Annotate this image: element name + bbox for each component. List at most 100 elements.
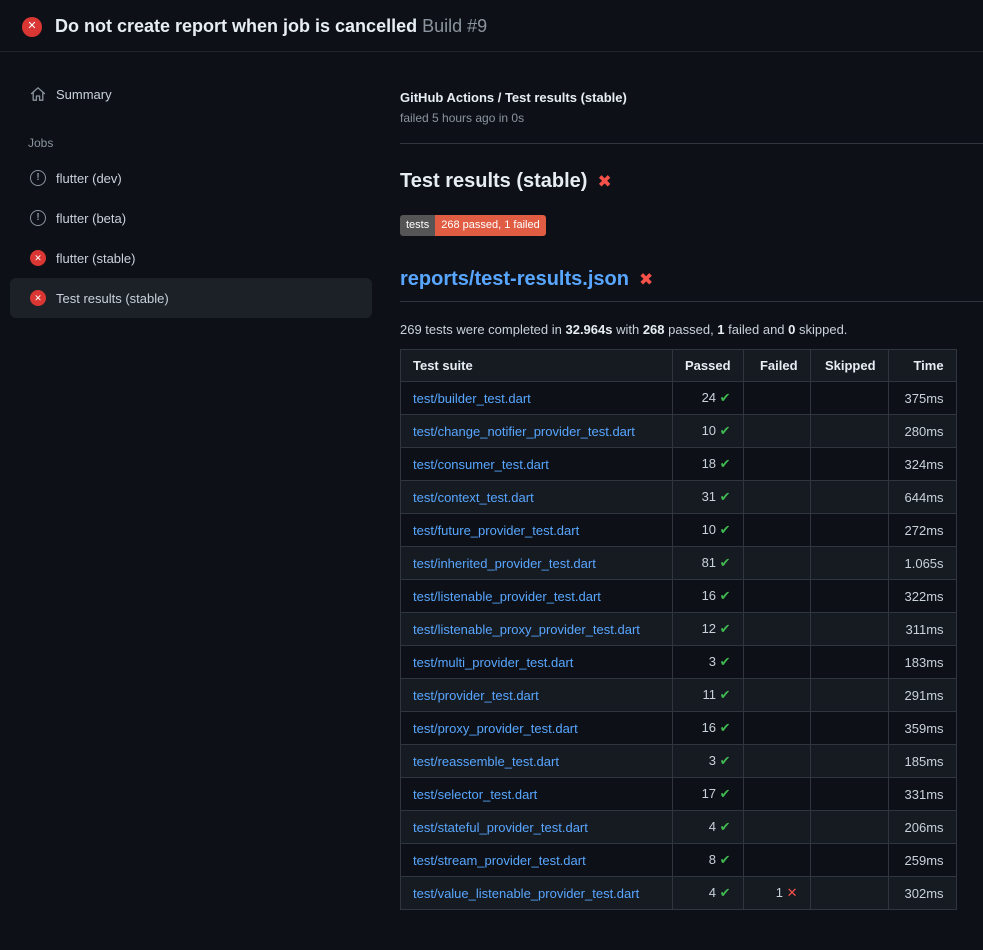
sidebar-item-flutter-dev[interactable]: ! flutter (dev) (10, 158, 372, 198)
page-layout: Summary Jobs ! flutter (dev) ! flutter (… (0, 52, 983, 945)
failed-cell (743, 646, 810, 679)
failed-cell (743, 547, 810, 580)
failed-cell (743, 745, 810, 778)
table-row: test/context_test.dart31 ✔644ms (401, 481, 957, 514)
build-header: ✕ Do not create report when job is cance… (0, 0, 983, 52)
time-cell: 331ms (888, 778, 956, 811)
run-status-line: failed 5 hours ago in 0s (400, 111, 983, 125)
suite-link[interactable]: test/inherited_provider_test.dart (413, 556, 596, 571)
cancelled-status-icon: ! (30, 210, 46, 226)
suite-link[interactable]: test/proxy_provider_test.dart (413, 721, 578, 736)
summary-duration: 32.964s (565, 322, 612, 337)
suite-link[interactable]: test/builder_test.dart (413, 391, 531, 406)
summary-text: 269 tests were completed in (400, 322, 565, 337)
sidebar-item-flutter-beta[interactable]: ! flutter (beta) (10, 198, 372, 238)
skipped-cell (810, 382, 888, 415)
suite-link[interactable]: test/context_test.dart (413, 490, 534, 505)
report-file-link[interactable]: reports/test-results.json (400, 268, 629, 291)
col-header-failed: Failed (743, 350, 810, 382)
failed-status-icon: ✕ (30, 250, 46, 266)
skipped-cell (810, 778, 888, 811)
suite-link[interactable]: test/reassemble_test.dart (413, 754, 559, 769)
time-cell: 183ms (888, 646, 956, 679)
table-row: test/stateful_provider_test.dart 4 ✔ 206ms (401, 811, 957, 844)
skipped-cell (810, 712, 888, 745)
sidebar-item-flutter-stable[interactable]: ✕ flutter (stable) (10, 238, 372, 278)
table-row: test/listenable_proxy_provider_test.dart… (401, 613, 957, 646)
results-table: Test suite Passed Failed Skipped Time te… (400, 349, 957, 910)
skipped-cell (810, 679, 888, 712)
sidebar-item-label: Test results (stable) (56, 291, 169, 306)
main-content: GitHub Actions / Test results (stable) f… (400, 52, 983, 945)
suite-cell: test/context_test.dart (401, 481, 673, 514)
suite-link[interactable]: test/provider_test.dart (413, 688, 539, 703)
time-cell: 185ms (888, 745, 956, 778)
col-header-test-suite: Test suite (401, 350, 673, 382)
sidebar: Summary Jobs ! flutter (dev) ! flutter (… (0, 52, 400, 945)
section-title: Test results (stable) ✖ (400, 170, 983, 193)
passed-cell: 12 ✔ (673, 613, 744, 646)
failed-cell (743, 844, 810, 877)
failed-cell (743, 514, 810, 547)
summary-text: passed, (665, 322, 718, 337)
build-number: Build #9 (422, 16, 487, 36)
check-icon: ✔ (720, 489, 731, 504)
passed-cell: 16 ✔ (673, 580, 744, 613)
failed-cell (743, 580, 810, 613)
table-header-row: Test suite Passed Failed Skipped Time (401, 350, 957, 382)
exclamation-glyph: ! (36, 173, 39, 183)
suite-cell: test/inherited_provider_test.dart (401, 547, 673, 580)
table-row: test/selector_test.dart17 ✔331ms (401, 778, 957, 811)
page-title: Do not create report when job is cancell… (55, 16, 487, 37)
table-row: test/builder_test.dart 24 ✔ 375ms (401, 382, 957, 415)
suite-link[interactable]: test/listenable_proxy_provider_test.dart (413, 622, 640, 637)
table-row: test/listenable_provider_test.dart16 ✔32… (401, 580, 957, 613)
time-cell: 375ms (888, 382, 956, 415)
check-icon: ✔ (720, 522, 731, 537)
skipped-cell (810, 514, 888, 547)
suite-link[interactable]: test/future_provider_test.dart (413, 523, 579, 538)
table-row: test/provider_test.dart 11 ✔ 291ms (401, 679, 957, 712)
suite-link[interactable]: test/consumer_test.dart (413, 457, 549, 472)
time-cell: 1.065s (888, 547, 956, 580)
sidebar-item-label: flutter (beta) (56, 211, 126, 226)
sidebar-item-label: Summary (56, 87, 112, 102)
suite-link[interactable]: test/selector_test.dart (413, 787, 537, 802)
x-glyph: ✕ (34, 294, 42, 303)
suite-link[interactable]: test/multi_provider_test.dart (413, 655, 573, 670)
check-icon: ✔ (720, 687, 731, 702)
passed-cell: 24 ✔ (673, 382, 744, 415)
section-title-text: Test results (stable) (400, 170, 587, 193)
skipped-cell (810, 415, 888, 448)
check-icon: ✔ (720, 654, 731, 669)
suite-cell: test/future_provider_test.dart (401, 514, 673, 547)
suite-link[interactable]: test/change_notifier_provider_test.dart (413, 424, 635, 439)
suite-cell: test/listenable_provider_test.dart (401, 580, 673, 613)
time-cell: 259ms (888, 844, 956, 877)
time-cell: 206ms (888, 811, 956, 844)
suite-link[interactable]: test/stream_provider_test.dart (413, 853, 586, 868)
skipped-cell (810, 547, 888, 580)
col-header-passed: Passed (673, 350, 744, 382)
skipped-cell (810, 646, 888, 679)
skipped-cell (810, 580, 888, 613)
passed-cell: 4 ✔ (673, 811, 744, 844)
passed-cell: 31 ✔ (673, 481, 744, 514)
suite-cell: test/proxy_provider_test.dart (401, 712, 673, 745)
table-row: test/proxy_provider_test.dart16 ✔359ms (401, 712, 957, 745)
suite-link[interactable]: test/listenable_provider_test.dart (413, 589, 601, 604)
sidebar-item-summary[interactable]: Summary (10, 74, 372, 114)
failed-cell (743, 613, 810, 646)
time-cell: 291ms (888, 679, 956, 712)
summary-failed-count: 1 (717, 322, 724, 337)
check-icon: ✔ (720, 390, 731, 405)
sidebar-item-test-results-stable[interactable]: ✕ Test results (stable) (10, 278, 372, 318)
jobs-section-label: Jobs (28, 136, 400, 150)
table-row: test/stream_provider_test.dart8 ✔259ms (401, 844, 957, 877)
check-icon: ✔ (720, 720, 731, 735)
suite-link[interactable]: test/stateful_provider_test.dart (413, 820, 588, 835)
failed-cell (743, 679, 810, 712)
skipped-cell (810, 844, 888, 877)
suite-link[interactable]: test/value_listenable_provider_test.dart (413, 886, 639, 901)
passed-cell: 11 ✔ (673, 679, 744, 712)
